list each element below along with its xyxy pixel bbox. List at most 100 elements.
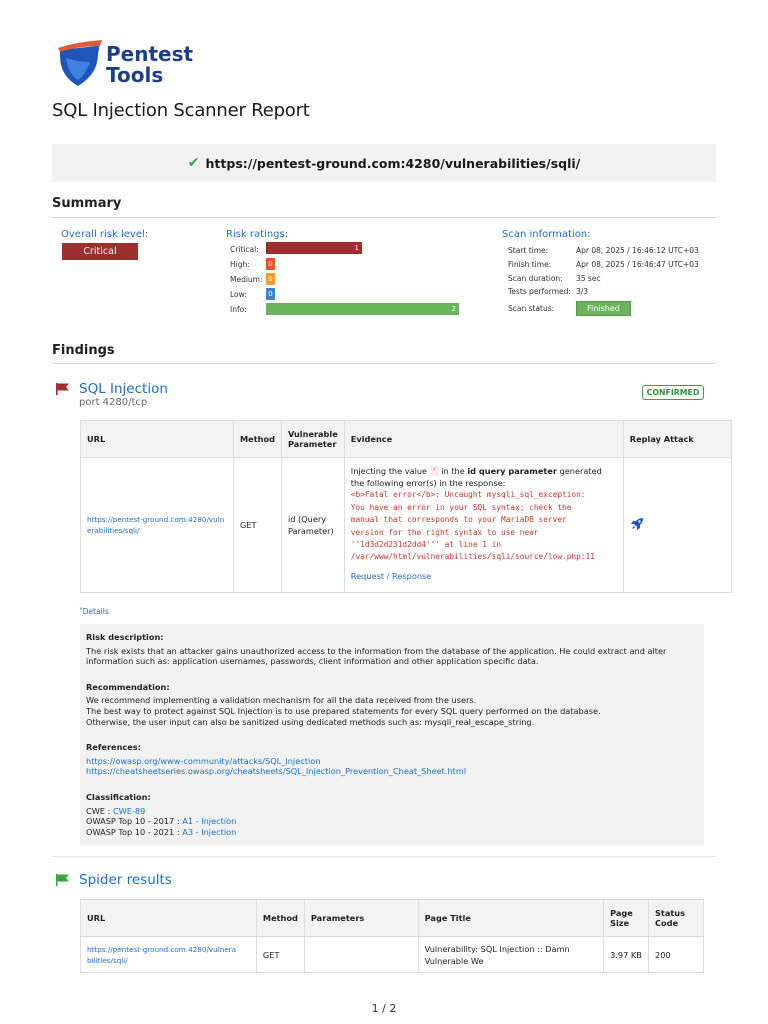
brand-line1: Pentest <box>106 42 194 66</box>
spider-divider <box>52 856 716 857</box>
info-key: Scan status: <box>508 304 555 313</box>
reference-link[interactable]: https://owasp.org/www-community/attacks/… <box>86 756 698 767</box>
flag-critical-icon <box>56 383 69 395</box>
rating-row-low: Low: <box>230 287 266 301</box>
page-number: 1 / 2 <box>371 1002 397 1015</box>
scan-info-duration: Scan duration: 35 sec <box>508 274 601 283</box>
reference-link[interactable]: https://cheatsheetseries.owasp.org/cheat… <box>86 766 698 777</box>
rating-row-high: High: <box>230 257 266 271</box>
classification-owasp2021: OWASP Top 10 - 2021 : A3 - Injection <box>86 827 698 838</box>
findings-heading: Findings <box>52 343 115 358</box>
finding-url-link[interactable]: https://pentest-ground.com:4280/vulnerab… <box>87 514 227 536</box>
error-line: ''1d3d2d231d2dd4''' at line 1 in <box>350 540 502 550</box>
finding-url-cell: https://pentest-ground.com:4280/vulnerab… <box>80 457 234 593</box>
confirmed-badge: CONFIRMED <box>642 385 704 400</box>
evidence-cell: Injecting the value ' in the id query pa… <box>343 457 624 593</box>
col-url: URL <box>80 420 234 458</box>
rating-name: Info: <box>230 304 247 314</box>
rating-name: Medium: <box>230 274 263 284</box>
info-key: Start time: <box>508 246 549 255</box>
info-key: Finish time: <box>508 260 552 269</box>
rating-name: Critical: <box>230 244 259 254</box>
target-url: https://pentest-ground.com:4280/vulnerab… <box>205 155 581 171</box>
replay-cell <box>622 457 733 593</box>
overall-risk-badge: Critical <box>62 243 138 260</box>
error-line: <b>Fatal error</b>: Uncaught mysqli_sql_… <box>350 490 586 500</box>
classification-label: CWE : <box>86 805 113 816</box>
details-label: Details <box>82 607 109 616</box>
finding-param: id (Query Parameter) <box>280 457 345 593</box>
table-row: https://pentest-ground.com:4280/vulnerab… <box>80 457 733 593</box>
col-method: Method <box>255 899 305 937</box>
col-page-title: Page Title <box>417 899 605 937</box>
pentest-tools-logo: Pentest Tools <box>56 40 216 90</box>
rating-row-info: Info: <box>230 302 266 316</box>
evidence-pre: Injecting the value <box>350 466 428 476</box>
classification-label: OWASP Top 10 - 2021 : <box>86 826 183 837</box>
recommendation-line: Otherwise, the user input can also be sa… <box>86 716 535 727</box>
rating-bar-info: 2 <box>266 303 459 315</box>
scan-info-finish: Finish time: Apr 08, 2025 / 16:46:47 UTC… <box>508 260 699 269</box>
classification-cwe: CWE : CWE-89 <box>86 806 698 817</box>
recommendation-line: We recommend implementing a validation m… <box>86 695 477 706</box>
error-line: You have an error in your SQL syntax; ch… <box>350 502 572 512</box>
spider-method: GET <box>255 936 305 973</box>
scan-info-status: Scan status: Finished <box>508 301 631 316</box>
info-key: Tests performed: <box>508 287 571 296</box>
shield-logo-icon <box>58 40 102 86</box>
rating-bar-high: 0 <box>266 258 275 270</box>
info-key: Scan duration: <box>508 274 563 283</box>
info-value: 3/3 <box>576 287 589 296</box>
rating-bar-medium: 0 <box>266 273 275 285</box>
risk-desc-title: Risk description: <box>86 632 164 642</box>
finding-method: GET <box>233 457 282 593</box>
col-parameters: Parameters <box>303 899 419 937</box>
recommendation-line: The best way to protect against SQL Inje… <box>86 705 601 716</box>
spider-url-link[interactable]: https://pentest-ground.com:4280/vulnerab… <box>87 944 237 966</box>
request-response-link[interactable]: Request / Response <box>351 570 617 582</box>
classification-title: Classification: <box>86 791 151 802</box>
classification-link[interactable]: CWE-89 <box>113 806 145 816</box>
rating-row-critical: Critical: <box>230 242 266 256</box>
evidence-intro: Injecting the value ' in the id query pa… <box>351 465 617 489</box>
evidence-param: id query parameter <box>467 466 557 476</box>
error-line: version for the right syntax to use near <box>350 527 539 537</box>
col-page-size: Page Size <box>603 899 650 937</box>
target-url-bar: ✔ https://pentest-ground.com:4280/vulner… <box>52 144 716 182</box>
spider-title[interactable]: Spider results <box>79 872 172 888</box>
classification-link[interactable]: A1 - Injection <box>182 816 236 826</box>
table-row: https://pentest-ground.com:4280/vulnerab… <box>80 936 704 973</box>
classification-owasp2017: OWASP Top 10 - 2017 : A1 - Injection <box>86 816 698 827</box>
finding-title[interactable]: SQL Injection <box>79 381 168 397</box>
classification-link[interactable]: A3 - Injection <box>182 827 236 837</box>
info-value: Apr 08, 2025 / 16:46:47 UTC+03 <box>576 260 699 269</box>
evidence-mid: in the <box>441 466 465 476</box>
details-toggle[interactable]: ˅Details <box>79 607 109 616</box>
rating-bar-low: 0 <box>266 288 275 300</box>
info-value: Apr 08, 2025 / 16:46:12 UTC+03 <box>576 246 699 255</box>
rating-name: High: <box>230 259 250 269</box>
report-title: SQL Injection Scanner Report <box>52 100 310 121</box>
error-line: /var/www/html/vulnerabilities/sqli/sourc… <box>350 552 595 562</box>
spider-page-title: Vulnerability: SQL Injection :: Damn Vul… <box>417 936 605 973</box>
col-status-code: Status Code <box>648 899 704 937</box>
evidence-value: ' <box>429 466 439 476</box>
finding-port: port 4280/tcp <box>79 397 148 408</box>
spider-parameters <box>303 936 419 973</box>
spider-page-size: 3.97 KB <box>603 936 650 973</box>
findings-table: URL Method Vulnerable Parameter Evidence… <box>80 420 733 593</box>
brand-line2: Tools <box>106 63 164 87</box>
risk-desc: The risk exists that an attacker gains u… <box>86 645 667 667</box>
rating-name: Low: <box>230 289 247 299</box>
spider-table: URL Method Parameters Page Title Page Si… <box>80 899 704 973</box>
summary-heading: Summary <box>52 196 122 211</box>
info-value: 35 sec <box>576 274 601 283</box>
classification-label: OWASP Top 10 - 2017 : <box>86 816 183 827</box>
scan-status-badge: Finished <box>576 301 631 316</box>
check-icon: ✔ <box>187 155 200 171</box>
scan-info-tests: Tests performed: 3/3 <box>508 287 588 296</box>
references-title: References: <box>86 742 141 753</box>
rocket-icon[interactable] <box>630 517 644 531</box>
col-method: Method <box>233 420 282 458</box>
scan-info-start: Start time: Apr 08, 2025 / 16:46:12 UTC+… <box>508 246 699 255</box>
